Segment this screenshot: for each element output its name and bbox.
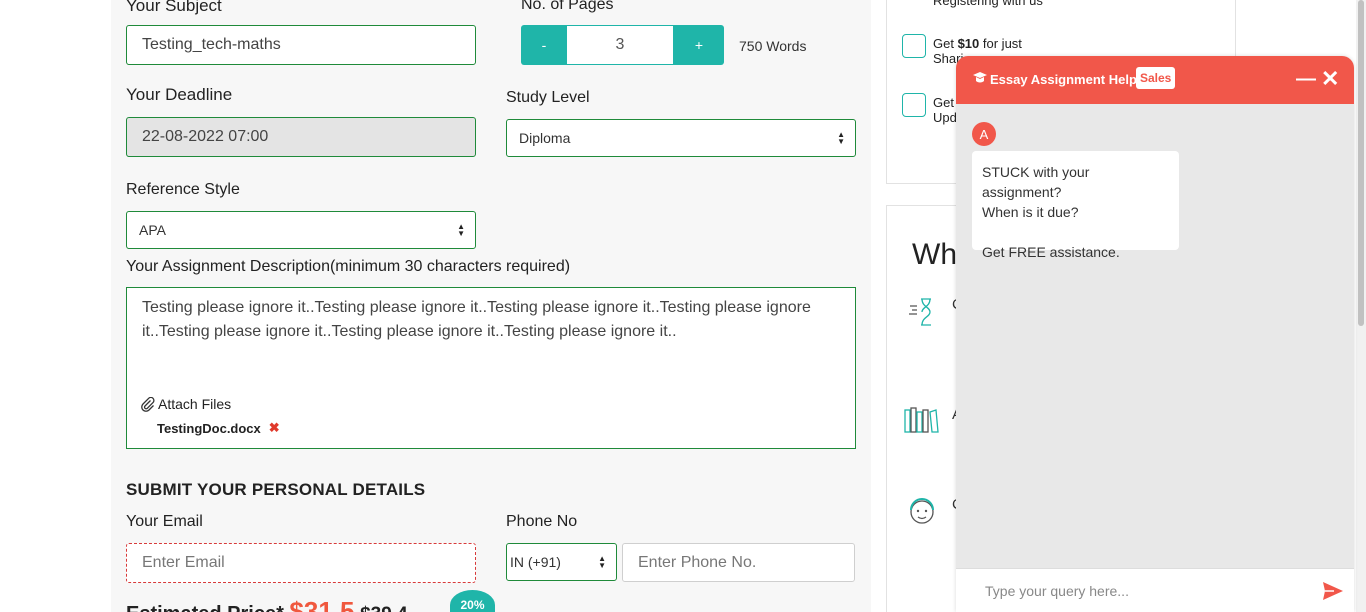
page-scrollbar[interactable] <box>1356 0 1366 612</box>
agent-avatar: A <box>972 122 996 146</box>
offer-2-line1: Get <box>933 95 954 110</box>
attached-file-name: TestingDoc.docx <box>157 420 261 436</box>
chat-message-bubble: STUCK with your assignment? When is it d… <box>972 151 1179 260</box>
pages-increment-button[interactable]: + <box>674 25 724 65</box>
chat-message-line-2: When is it due? <box>982 204 1079 220</box>
price-old: $39.4 <box>360 604 408 612</box>
why-heading: Wh <box>912 238 957 271</box>
offer-1-text: Get $10 for just <box>933 37 1022 51</box>
offer-2-line2: Upd <box>933 110 957 125</box>
select-arrows-icon: ▲ ▼ <box>598 554 606 570</box>
study-level-label: Study Level <box>506 89 590 106</box>
description-label: Your Assignment Description(minimum 30 c… <box>126 258 571 275</box>
scrollbar-thumb[interactable] <box>1358 0 1364 326</box>
select-arrows-icon: ▲ ▼ <box>837 130 845 146</box>
country-code-value: IN (+91) <box>510 554 561 570</box>
offer-1-suffix: for just <box>979 36 1022 51</box>
chat-input-bar[interactable]: Type your query here... <box>956 568 1354 612</box>
subject-input[interactable]: Testing_tech-maths <box>126 25 476 65</box>
reference-style-select[interactable]: APA ▲ ▼ <box>126 211 476 249</box>
chat-sales-badge: Sales <box>1136 67 1176 89</box>
books-icon <box>904 407 939 433</box>
paperclip-icon <box>141 396 155 412</box>
offer-checkbox-2[interactable] <box>902 93 926 117</box>
page: Your Subject Testing_tech-maths No. of P… <box>0 0 1366 612</box>
offer-1-amount: $10 <box>957 36 980 51</box>
chat-message-line-3: Get FREE assistance. <box>982 244 1120 260</box>
study-level-value: Diploma <box>519 130 571 146</box>
phone-input[interactable]: Enter Phone No. <box>622 543 855 582</box>
phone-label: Phone No <box>506 513 578 530</box>
email-input[interactable]: Enter Email <box>126 543 476 583</box>
register-text: Registering with us <box>933 0 1043 8</box>
estimated-price: Estimated Price* $31.5 $39.4 <box>126 596 408 612</box>
remove-file-icon[interactable]: ✖ <box>269 420 280 436</box>
subject-label: Your Subject <box>126 0 222 15</box>
description-text: Testing please ignore it..Testing please… <box>142 299 811 340</box>
attached-file: TestingDoc.docx ✖ <box>157 420 280 436</box>
graduation-cap-icon <box>973 72 987 83</box>
discount-badge: 20% <box>450 590 495 612</box>
price-value: $31.5 <box>289 596 355 612</box>
attach-files-label: Attach Files <box>158 396 232 412</box>
support-agent-icon <box>910 498 934 524</box>
pages-input[interactable]: 3 <box>566 25 674 65</box>
attach-files-link[interactable]: Attach Files <box>141 396 231 412</box>
chat-widget: Essay Assignment Help Sales — ✕ A STUCK … <box>956 56 1354 612</box>
pages-decrement-button[interactable]: - <box>521 25 567 65</box>
word-count: 750 Words <box>739 38 807 54</box>
deadline-label: Your Deadline <box>126 85 233 104</box>
personal-details-heading: SUBMIT YOUR PERSONAL DETAILS <box>126 480 426 499</box>
email-label: Your Email <box>126 513 203 530</box>
reference-style-value: APA <box>139 222 166 238</box>
deadline-input[interactable]: 22-08-2022 07:00 <box>126 117 476 157</box>
minimize-icon[interactable]: — <box>1296 69 1316 89</box>
hourglass-icon <box>909 298 931 326</box>
chat-header: Essay Assignment Help Sales — ✕ <box>956 56 1354 104</box>
pages-label: No. of Pages <box>521 0 614 13</box>
chat-title: Essay Assignment Help <box>990 72 1137 87</box>
select-arrows-icon: ▲ ▼ <box>457 222 465 238</box>
close-icon[interactable]: ✕ <box>1321 68 1339 90</box>
send-icon[interactable] <box>1322 580 1344 602</box>
offer-1-prefix: Get <box>933 36 958 51</box>
country-code-select[interactable]: IN (+91) ▲ ▼ <box>506 543 617 581</box>
description-textarea[interactable]: Testing please ignore it..Testing please… <box>126 287 856 449</box>
offer-checkbox-1[interactable] <box>902 34 926 58</box>
price-label: Estimated Price* <box>126 603 284 612</box>
chat-input-placeholder: Type your query here... <box>985 583 1129 599</box>
chat-message-line-1: STUCK with your assignment? <box>982 164 1090 200</box>
study-level-select[interactable]: Diploma ▲ ▼ <box>506 119 856 157</box>
reference-style-label: Reference Style <box>126 181 240 198</box>
